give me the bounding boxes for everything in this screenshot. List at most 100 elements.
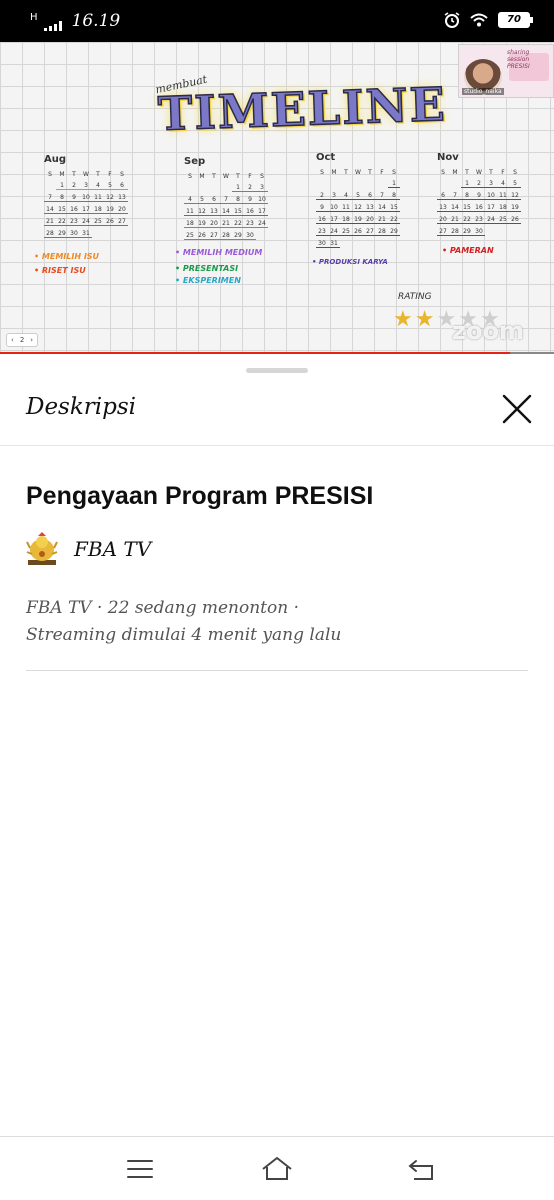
calendar-weekday: S [513, 169, 517, 176]
calendar-month-label: Oct [316, 152, 336, 163]
back-icon[interactable] [406, 1155, 438, 1183]
calendar-weekday: T [72, 171, 76, 178]
calendar-day: 27 [437, 228, 449, 236]
calendar-weekday: M [199, 173, 205, 180]
calendar-day: 1 [461, 180, 473, 188]
calendar-day: 28 [376, 228, 388, 236]
calendar-weekday: S [260, 173, 264, 180]
wifi-icon [470, 13, 488, 27]
calendar-day: 3 [328, 192, 340, 200]
menu-icon[interactable] [124, 1155, 156, 1183]
note-eksperimen: • EKSPERIMEN [175, 276, 241, 285]
note-presentasi: • PRESENTASI [175, 264, 239, 273]
note-produksi-karya: • PRODUKSI KARYA [312, 258, 388, 266]
calendar-day: 6 [364, 192, 376, 200]
calendar-day: 16 [68, 206, 80, 214]
calendar-day: 8 [232, 196, 244, 204]
participant-thumbnail[interactable]: sharing session PRESISI studio_naika [458, 44, 554, 98]
calendar-weekday: T [465, 169, 469, 176]
calendar-weekday: S [441, 169, 445, 176]
calendar-day: 31 [80, 230, 92, 238]
calendar-grid: S M T W T F S 1 2 3 4 5 6 7 8 9 10 11 12 13 14 15 16 17 18 19 20 21… [316, 169, 400, 248]
calendar-day: 9 [68, 194, 80, 202]
star-icon: ★ [414, 307, 435, 332]
star-icon: ★ [393, 307, 413, 332]
calendar-day: 21 [44, 218, 56, 226]
calendar-weekday: S [120, 171, 124, 178]
calendar-blank [196, 184, 208, 192]
calendar-day: 30 [68, 230, 80, 238]
next-page-button[interactable]: › [30, 336, 33, 344]
meta-viewers: FBA TV · 22 sedang menonton · [26, 598, 300, 618]
calendar-weekday: W [355, 169, 361, 176]
calendar-day: 16 [244, 208, 256, 216]
calendar-day: 15 [388, 204, 400, 212]
calendar-day: 6 [116, 182, 128, 190]
calendar-weekday: M [59, 171, 65, 178]
calendar-day: 11 [92, 194, 104, 202]
prev-page-button[interactable]: ‹ [11, 336, 14, 344]
calendar-day: 18 [340, 216, 352, 224]
battery-icon: 70 [498, 12, 533, 28]
calendar-day: 14 [376, 204, 388, 212]
calendar-month-label: Sep [184, 156, 206, 167]
calendar-day: 20 [208, 220, 220, 228]
calendar-day: 4 [340, 192, 352, 200]
calendar-day: 19 [352, 216, 364, 224]
calendar-day: 26 [509, 216, 521, 224]
sheet-drag-handle[interactable] [246, 368, 308, 373]
channel-name[interactable]: FBA TV [74, 537, 151, 561]
calendar-day: 21 [220, 220, 232, 228]
calendar-blank [316, 180, 328, 188]
calendar-day: 24 [256, 220, 268, 228]
channel-avatar-icon[interactable] [26, 532, 58, 566]
calendar-day: 14 [44, 206, 56, 214]
calendar-day: 19 [509, 204, 521, 212]
calendar-sep: Sep S M T W T F S 1 2 3 4 5 6 7 8 9 10 11 12 13 14 15 16 17 18 19 2… [184, 156, 268, 240]
meta-started: Streaming dimulai 4 menit yang lalu [26, 625, 342, 645]
note-memilih-isu: • MEMILIH ISU [34, 252, 100, 261]
calendar-weekday: T [236, 173, 240, 180]
calendar-day: 13 [116, 194, 128, 202]
calendar-day: 13 [437, 204, 449, 212]
calendar-blank [376, 180, 388, 188]
calendar-day: 21 [376, 216, 388, 224]
calendar-day: 27 [364, 228, 376, 236]
channel-row[interactable]: FBA TV [26, 532, 151, 566]
calendar-day: 1 [56, 182, 68, 190]
page-control[interactable]: ‹ 2 › [6, 333, 39, 347]
calendar-day: 21 [449, 216, 461, 224]
calendar-day: 18 [92, 206, 104, 214]
calendar-day: 11 [497, 192, 509, 200]
calendar-day: 27 [208, 232, 220, 240]
calendar-weekday: F [108, 171, 112, 178]
network-type: H [30, 12, 38, 23]
calendar-grid: S M T W T F S 1 2 3 4 5 6 7 8 9 10 11 12 13 14 15 16 17 18 19 20 21… [44, 171, 128, 238]
calendar-day: 7 [220, 196, 232, 204]
calendar-blank [437, 180, 449, 188]
home-icon[interactable] [261, 1155, 293, 1183]
calendar-grid: S M T W T F S 1 2 3 4 5 6 7 8 9 10 11 12 13 14 15 16 17 18 19 20 21… [184, 173, 268, 240]
calendar-day: 2 [244, 184, 256, 192]
calendar-weekday: F [501, 169, 505, 176]
sheet-header: Deskripsi [0, 378, 554, 446]
close-icon[interactable] [500, 392, 534, 426]
calendar-day: 26 [352, 228, 364, 236]
calendar-day: 3 [256, 184, 268, 192]
calendar-day: 30 [244, 232, 256, 240]
video-player[interactable]: membuat TIMELINE Aug S M T W T F S 1 2 3 4 5 6 7 8 9 10 11… [0, 42, 554, 354]
calendar-day: 1 [232, 184, 244, 192]
calendar-day: 6 [437, 192, 449, 200]
calendar-day: 26 [196, 232, 208, 240]
calendar-weekday: W [83, 171, 89, 178]
calendar-day: 5 [352, 192, 364, 200]
calendar-day: 4 [497, 180, 509, 188]
calendar-day: 5 [104, 182, 116, 190]
calendar-day: 10 [80, 194, 92, 202]
calendar-day: 12 [352, 204, 364, 212]
clock: 16.19 [71, 11, 121, 31]
calendar-day: 22 [388, 216, 400, 224]
calendar-month-label: Nov [437, 152, 459, 163]
calendar-weekday: W [223, 173, 229, 180]
calendar-day: 8 [388, 192, 400, 200]
